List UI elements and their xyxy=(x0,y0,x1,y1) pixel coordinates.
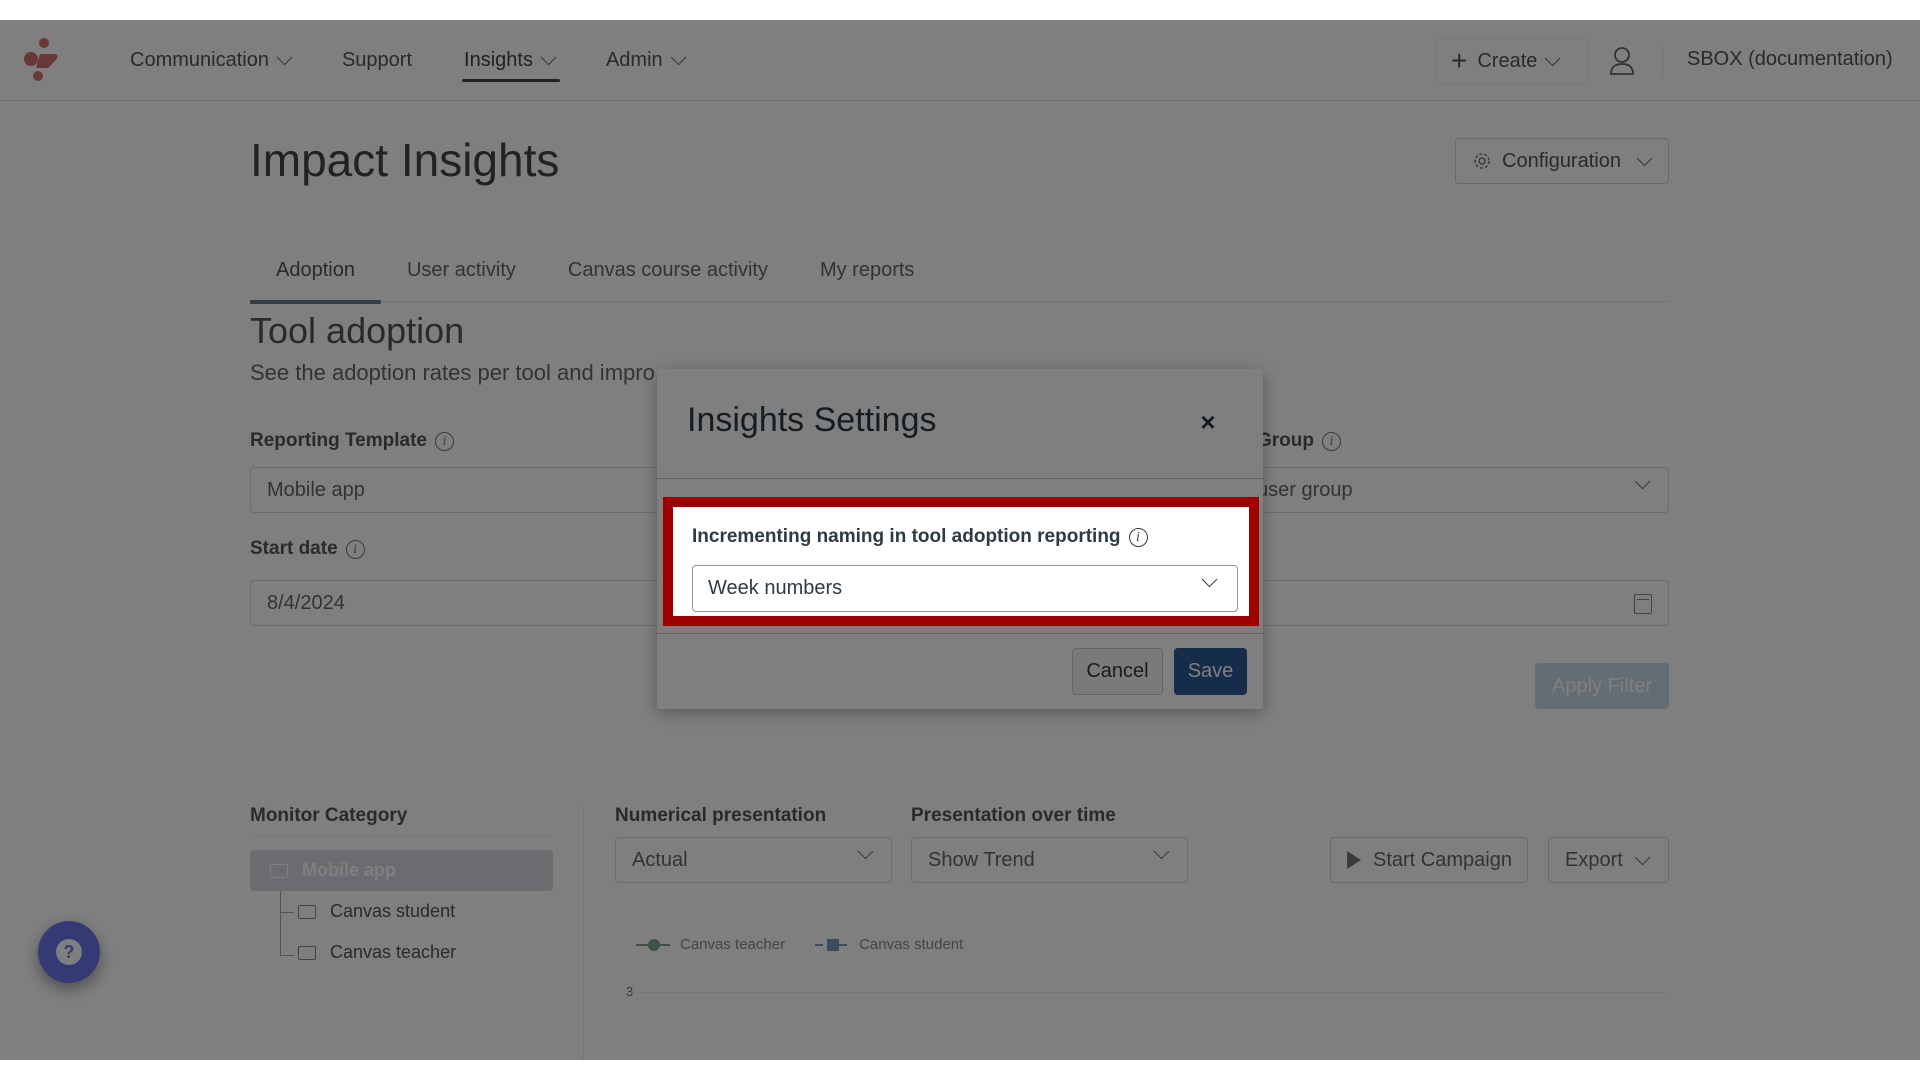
cancel-button[interactable]: Cancel xyxy=(1072,648,1163,695)
highlighted-setting: Incrementing naming in tool adoption rep… xyxy=(663,497,1259,626)
chevron-down-icon xyxy=(1201,571,1218,588)
setting-label: Incrementing naming in tool adoption rep… xyxy=(692,526,1148,548)
incrementing-naming-select[interactable]: Week numbers xyxy=(692,565,1238,612)
divider xyxy=(657,633,1263,634)
divider xyxy=(657,478,1263,479)
save-button[interactable]: Save xyxy=(1174,648,1247,695)
select-value: Week numbers xyxy=(708,577,843,599)
label-text: Incrementing naming in tool adoption rep… xyxy=(692,526,1121,547)
info-icon[interactable]: i xyxy=(1128,527,1148,547)
close-icon[interactable]: × xyxy=(1195,409,1221,435)
dialog-title: Insights Settings xyxy=(687,401,937,439)
